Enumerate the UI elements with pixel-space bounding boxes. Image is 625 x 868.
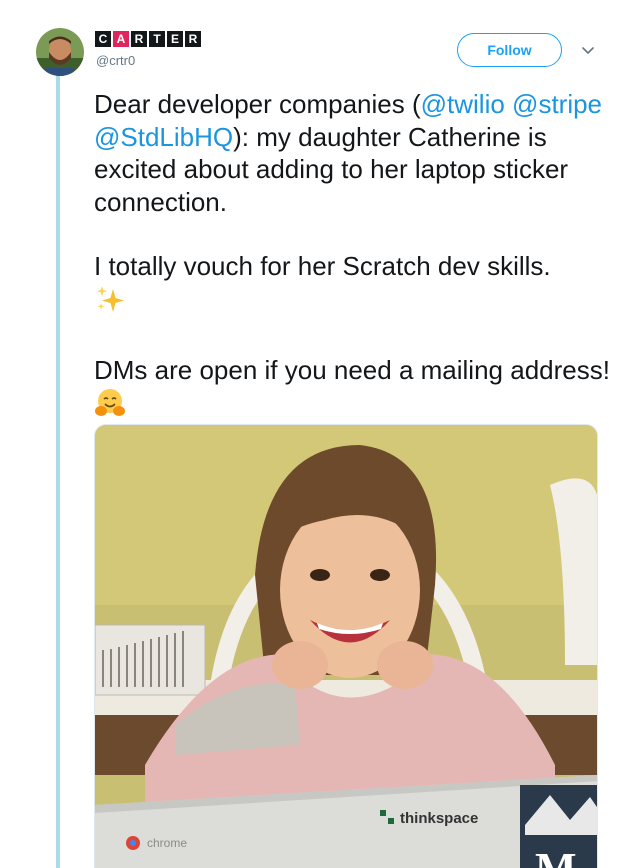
name-letter: A: [113, 31, 129, 47]
follow-button[interactable]: Follow: [457, 33, 562, 67]
name-letter: T: [149, 31, 165, 47]
chevron-down-icon[interactable]: [580, 42, 596, 58]
name-letter: E: [167, 31, 183, 47]
tweet-text-segment: DMs are open if you need a mailing addre…: [94, 355, 610, 385]
tweet-paragraph: Dear developer companies (@twilio @strip…: [94, 88, 614, 218]
avatar[interactable]: [36, 28, 84, 76]
name-letter: C: [95, 31, 111, 47]
tweet-text: Dear developer companies (@twilio @strip…: [94, 88, 614, 458]
thread-line: [56, 76, 60, 868]
chrome-label: chrome: [147, 836, 187, 850]
name-letter: R: [131, 31, 147, 47]
tweet-paragraph: DMs are open if you need a mailing addre…: [94, 354, 614, 426]
mention-link[interactable]: @stripe: [512, 89, 602, 119]
sticker-letter: M: [535, 844, 577, 868]
thinkspace-label: thinkspace: [400, 810, 478, 827]
name-letter: R: [185, 31, 201, 47]
tweet-photo[interactable]: chrome thinkspace M: [94, 424, 598, 868]
mention-link[interactable]: @twilio: [421, 89, 505, 119]
hugging-face-icon: [94, 387, 126, 427]
mention-link[interactable]: @StdLibHQ: [94, 122, 233, 152]
sparkles-icon: [94, 283, 126, 323]
tweet-text-segment: Dear developer companies (: [94, 89, 421, 119]
tweet-paragraph: I totally vouch for her Scratch dev skil…: [94, 250, 614, 322]
user-handle[interactable]: @crtr0: [96, 53, 135, 68]
display-name[interactable]: C A R T E R: [95, 31, 201, 47]
tweet-text-segment: I totally vouch for her Scratch dev skil…: [94, 251, 551, 281]
tweet-text-segment: [505, 89, 512, 119]
